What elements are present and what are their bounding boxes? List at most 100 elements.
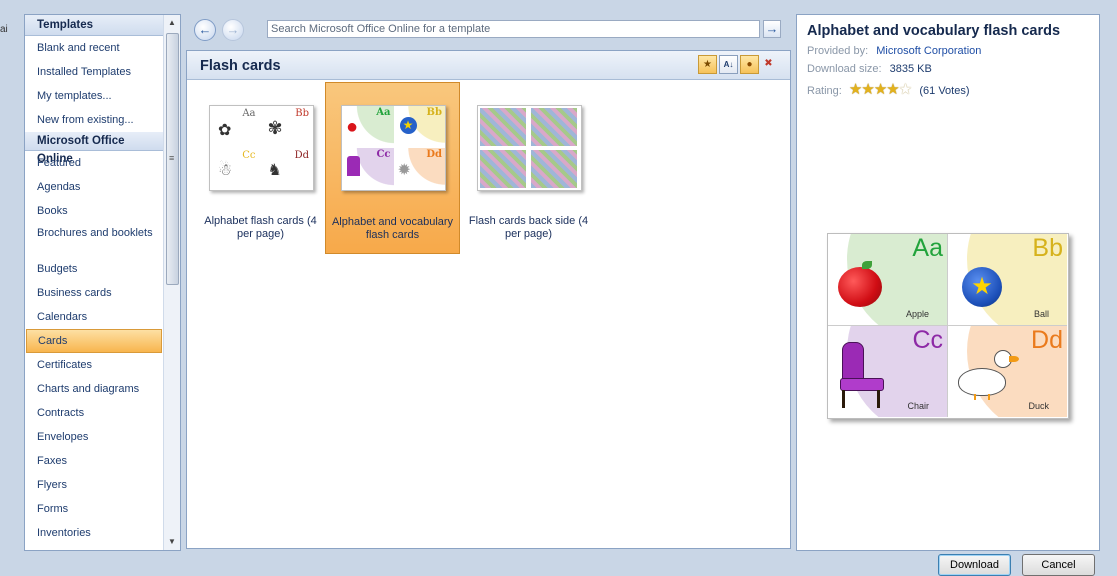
sidebar-item-flyers[interactable]: Flyers <box>25 473 163 497</box>
sidebar-item-contracts[interactable]: Contracts <box>25 401 163 425</box>
star-filled-icon: ★ <box>861 81 874 98</box>
arrow-right-icon: → <box>765 21 779 36</box>
forward-button[interactable]: → <box>222 19 244 41</box>
letter-b-graphic: Bb <box>295 108 309 119</box>
clear-filter-button[interactable]: ✖ <box>759 55 778 74</box>
filter-author-button[interactable]: ● <box>740 55 759 74</box>
person-remove-icon: ✖ <box>764 58 773 69</box>
preview-card-duck: Dd Duck <box>948 326 1067 417</box>
leaf-icon <box>862 261 872 269</box>
dog-drawing-icon: ♞ <box>267 162 282 179</box>
sort-by-rating-button[interactable]: ★ <box>698 55 717 74</box>
card-quadrant: Cc ☃ <box>210 148 262 190</box>
window-edge-text: ai <box>0 24 8 35</box>
sidebar-item-agendas[interactable]: Agendas <box>25 175 163 199</box>
sidebar-item-budgets[interactable]: Budgets <box>25 257 163 281</box>
template-card-flash-cards-back-side[interactable]: Flash cards back side (4 per page) <box>461 82 596 254</box>
duck-feet-icon <box>974 394 990 400</box>
sidebar-scrollbar-thumb[interactable]: ≡ <box>166 33 179 285</box>
office-online-header[interactable]: Microsoft Office Online <box>25 132 163 165</box>
ant-drawing-icon: ✿ <box>218 122 232 139</box>
sidebar-item-cards[interactable]: Cards <box>26 329 162 353</box>
provided-by-label: Provided by: <box>807 45 869 57</box>
template-card-label: Alphabet flash cards (4 per page) <box>204 215 317 240</box>
pattern-card-back <box>480 150 526 188</box>
sidebar-item-books[interactable]: Books <box>25 199 163 223</box>
card-quadrant: Bb ✾ <box>262 106 314 148</box>
word-ball: Ball <box>1033 309 1049 319</box>
download-button[interactable]: Download <box>938 554 1011 576</box>
template-thumbnail: Aa ✿ Bb ✾ Cc ☃ Dd ♞ <box>209 105 314 191</box>
letter-c-graphic: Cc <box>912 326 943 354</box>
sidebar-item-my-templates[interactable]: My templates... <box>25 84 163 108</box>
letter-d-graphic: Dd <box>426 149 442 160</box>
ball-icon: ★ <box>962 267 1002 307</box>
gallery-title: Flash cards <box>200 58 281 74</box>
card-quadrant: Aa ● <box>342 106 394 148</box>
letter-d-graphic: Dd <box>1031 326 1063 354</box>
sidebar-item-charts-and-diagrams[interactable]: Charts and diagrams <box>25 377 163 401</box>
sidebar-item-inventories[interactable]: Inventories <box>25 521 163 545</box>
template-thumbnail: Aa ● Bb ★ Cc Dd ✹ <box>341 105 446 191</box>
letter-d-graphic: Dd <box>294 150 309 161</box>
sidebar-item-blank-and-recent[interactable]: Blank and recent <box>25 36 163 60</box>
sidebar-item-faxes[interactable]: Faxes <box>25 449 163 473</box>
sidebar-item-calendars[interactable]: Calendars <box>25 305 163 329</box>
back-button[interactable]: ← <box>194 19 216 41</box>
rating-sort-icon: ★ <box>703 59 712 70</box>
template-card-alphabet-flash-cards[interactable]: Aa ✿ Bb ✾ Cc ☃ Dd ♞ Alphabet flash cards… <box>193 82 328 254</box>
letter-c-graphic: Cc <box>376 149 391 160</box>
chair-legs-icon <box>842 390 880 408</box>
gallery-header: Flash cards ★ A↓ ● ✖ <box>187 51 790 80</box>
sidebar-item-envelopes[interactable]: Envelopes <box>25 425 163 449</box>
ball-icon: ★ <box>399 117 417 134</box>
sidebar-item-brochures-and-booklets[interactable]: Brochures and booklets <box>25 223 163 257</box>
letter-b-graphic: Bb <box>1032 234 1063 262</box>
pattern-card-back <box>531 108 577 146</box>
rating-label: Rating: <box>807 85 842 97</box>
letter-a-graphic: Aa <box>376 107 391 118</box>
scroll-down-arrow-icon[interactable]: ▼ <box>164 534 180 550</box>
az-sort-icon: A↓ <box>723 60 734 69</box>
butterfly-drawing-icon: ✾ <box>267 118 283 138</box>
duck-body-icon <box>958 368 1006 396</box>
sidebar-item-new-from-existing[interactable]: New from existing... <box>25 108 163 132</box>
sort-alphabetical-button[interactable]: A↓ <box>719 55 738 74</box>
pattern-card-back <box>531 150 577 188</box>
star-empty-icon: ★ <box>898 81 912 98</box>
letter-a-graphic: Aa <box>912 234 943 262</box>
word-apple: Apple <box>905 309 929 319</box>
letter-c-graphic: Cc <box>242 150 256 161</box>
scroll-up-arrow-icon[interactable]: ▲ <box>164 15 180 31</box>
pattern-card-back <box>480 108 526 146</box>
search-input[interactable]: Search Microsoft Office Online for a tem… <box>267 20 760 38</box>
sidebar-scrollbar[interactable]: ▲ ≡ ▼ <box>163 15 180 550</box>
word-duck: Duck <box>1028 401 1049 411</box>
star-filled-icon: ★ <box>873 81 887 98</box>
card-quadrant: Cc <box>342 148 394 190</box>
sidebar-item-forms[interactable]: Forms <box>25 497 163 521</box>
search-toolbar: ← → Search Microsoft Office Online for a… <box>186 14 791 46</box>
download-size-row: Download size: 3835 KB <box>807 63 932 75</box>
template-card-alphabet-vocabulary-flash-cards[interactable]: Aa ● Bb ★ Cc Dd ✹ Alphabet and vocabular… <box>325 82 460 254</box>
word-chair: Chair <box>907 401 929 411</box>
apple-icon: ● <box>346 116 359 138</box>
template-detail-panel: Alphabet and vocabulary flash cards Prov… <box>796 14 1100 551</box>
provider-link[interactable]: Microsoft Corporation <box>876 45 981 57</box>
preview-card-apple: Aa Apple <box>828 234 948 326</box>
card-quadrant: Dd ✹ <box>393 148 445 190</box>
sidebar-item-business-cards[interactable]: Business cards <box>25 281 163 305</box>
card-quadrant: Bb ★ <box>393 106 445 148</box>
arrow-right-icon: → <box>226 22 240 37</box>
preview-card-chair: Cc Chair <box>828 326 948 417</box>
search-go-button[interactable]: → <box>763 20 781 38</box>
provided-by-row: Provided by: Microsoft Corporation <box>807 45 981 57</box>
sidebar-item-installed-templates[interactable]: Installed Templates <box>25 60 163 84</box>
download-size-label: Download size: <box>807 63 882 75</box>
chair-icon <box>347 156 360 176</box>
sidebar-item-certificates[interactable]: Certificates <box>25 353 163 377</box>
card-quadrant: Aa ✿ <box>210 106 262 148</box>
rating-stars[interactable]: ★★★★★ <box>849 81 914 98</box>
cancel-button[interactable]: Cancel <box>1022 554 1095 576</box>
sidebar-item-featured[interactable]: Featured <box>25 151 163 175</box>
